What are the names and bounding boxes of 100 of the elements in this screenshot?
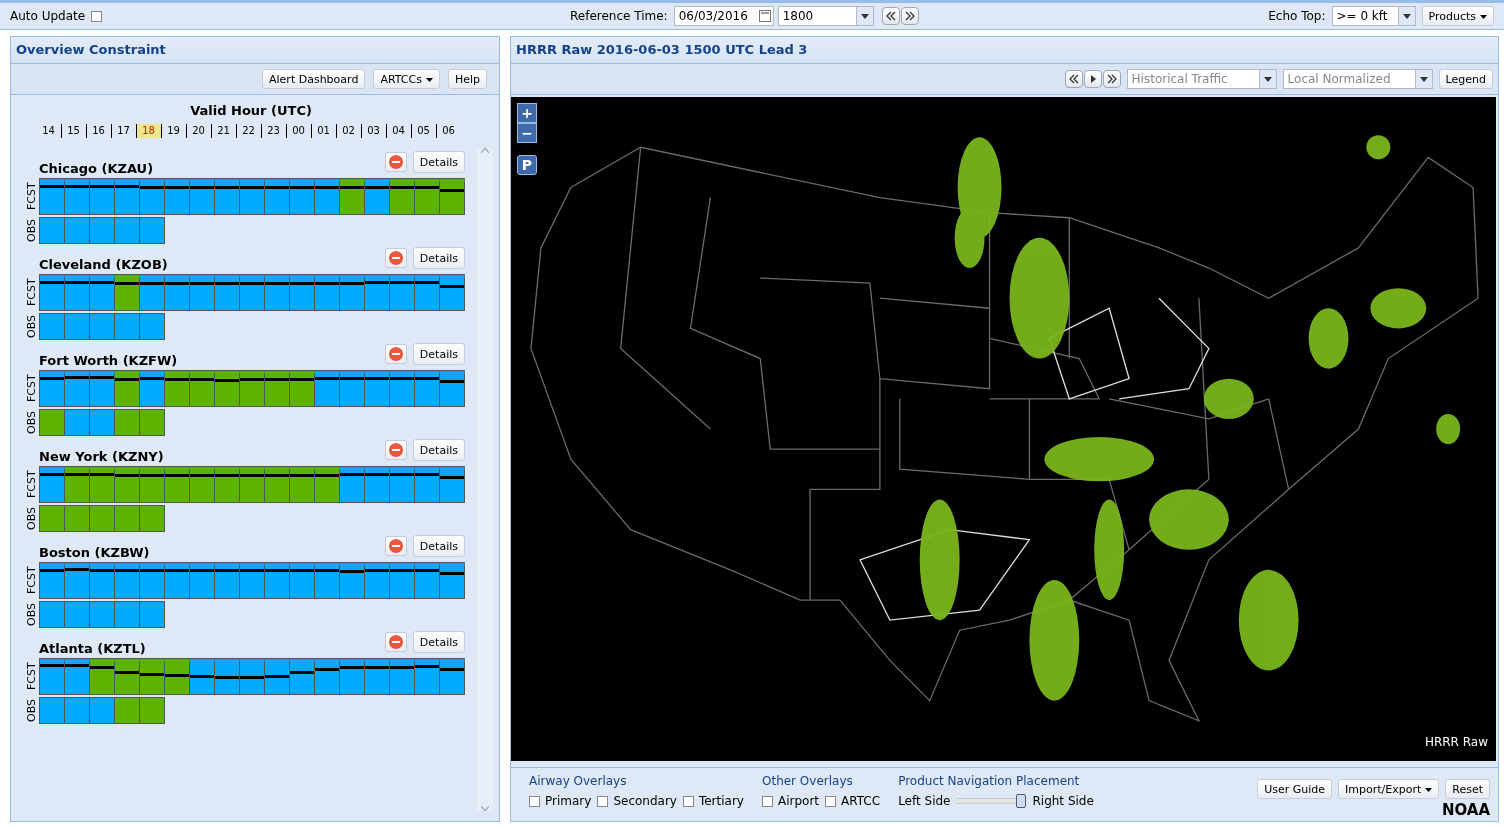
dropdown-icon <box>855 7 873 25</box>
previous-button[interactable] <box>1064 70 1083 88</box>
auto-update-checkbox[interactable] <box>91 10 103 22</box>
obs-label: OBS <box>25 314 39 340</box>
fcst-label: FCST <box>25 181 39 213</box>
section-title: Other Overlays <box>762 774 854 788</box>
overlay-label: Airport <box>778 794 820 808</box>
double-chevron-right-icon <box>904 11 915 21</box>
remove-button[interactable] <box>384 632 407 652</box>
hour-tab[interactable]: 16 <box>85 124 111 138</box>
overlay-checkbox[interactable] <box>825 795 837 807</box>
zoom-out-button[interactable]: − <box>517 123 537 143</box>
remove-button[interactable] <box>384 152 407 172</box>
overlay-label: Tertiary <box>698 794 744 808</box>
product-label: HRRR Raw <box>1424 735 1488 749</box>
overlay-label: ARTCC <box>841 794 881 808</box>
hour-tab[interactable]: 20 <box>185 124 211 138</box>
details-button[interactable]: Details <box>412 439 465 461</box>
hour-tab[interactable]: 21 <box>210 124 236 138</box>
echo-top-select[interactable]: >= 0 kft <box>1331 6 1416 26</box>
hour-tab[interactable]: 14 <box>36 124 61 138</box>
dropdown-icon <box>1414 70 1432 88</box>
hour-tab[interactable]: 05 <box>410 124 436 138</box>
remove-button[interactable] <box>384 344 407 364</box>
overlay-checkbox[interactable] <box>762 795 773 807</box>
toolbar-button[interactable]: Help <box>447 69 487 89</box>
fcst-label: FCST <box>25 661 39 693</box>
double-chevron-left-icon <box>885 11 896 21</box>
toolbar-button[interactable]: Alert Dashboard <box>262 69 366 89</box>
reference-time-label: Reference Time: <box>570 9 668 23</box>
panel-title: HRRR Raw 2016-06-03 1500 UTC Lead 3 <box>511 37 1498 64</box>
next-button[interactable] <box>900 7 919 25</box>
date-field[interactable]: 06/03/2016 <box>673 6 774 26</box>
hour-tab[interactable]: 22 <box>235 124 261 138</box>
traffic-select[interactable]: Historical Traffic <box>1126 69 1277 89</box>
double-chevron-right-icon <box>1106 74 1117 84</box>
details-button[interactable]: Details <box>412 343 465 365</box>
remove-button[interactable] <box>384 440 407 460</box>
echo-top-label: Echo Top: <box>1268 9 1326 23</box>
caret-icon <box>1480 14 1487 19</box>
next-button[interactable] <box>1102 70 1121 88</box>
scroll-up-icon[interactable] <box>481 148 489 153</box>
hour-tab[interactable]: 03 <box>360 124 386 138</box>
dropdown-icon <box>1258 70 1276 88</box>
hour-tab[interactable]: 15 <box>60 124 86 138</box>
overlay-checkbox[interactable] <box>597 795 609 807</box>
previous-button[interactable] <box>881 7 900 25</box>
obs-label: OBS <box>25 218 39 244</box>
details-button[interactable]: Details <box>412 151 465 173</box>
normalization-select[interactable]: Local Normalized <box>1282 69 1433 89</box>
obs-label: OBS <box>25 698 39 724</box>
panel-title: Overview Constraint <box>11 37 499 64</box>
details-button[interactable]: Details <box>412 631 465 653</box>
section-title: Airway Overlays <box>529 774 628 788</box>
center-name: Chicago (KZAU) <box>38 161 155 176</box>
dropdown-icon <box>1397 7 1415 25</box>
weather-map[interactable]: + − P HRRR Raw <box>511 97 1496 761</box>
hour-tab[interactable]: 01 <box>310 124 336 138</box>
remove-button[interactable] <box>384 248 407 268</box>
footer-button[interactable]: Import/Export <box>1338 779 1440 799</box>
time-select[interactable]: 1800 <box>777 6 874 26</box>
fcst-label: FCST <box>25 565 39 597</box>
details-button[interactable]: Details <box>412 247 465 269</box>
details-button[interactable]: Details <box>412 535 465 557</box>
obs-label: OBS <box>25 602 39 628</box>
hour-tab[interactable]: 00 <box>285 124 311 138</box>
scroll-down-icon[interactable] <box>481 806 489 811</box>
pin-button[interactable]: P <box>517 155 537 175</box>
zoom-in-button[interactable]: + <box>517 103 537 123</box>
hour-tab[interactable]: 17 <box>110 124 136 138</box>
valid-hour-title: Valid Hour (UTC) <box>189 103 313 118</box>
footer-button[interactable]: Reset <box>1445 779 1490 799</box>
center-name: Boston (KZBW) <box>38 545 151 560</box>
calendar-icon[interactable] <box>758 10 771 22</box>
overlay-checkbox[interactable] <box>682 795 694 807</box>
double-chevron-left-icon <box>1068 74 1079 84</box>
toolbar-button[interactable]: ARTCCs <box>373 69 440 89</box>
hour-tab[interactable]: 04 <box>385 124 411 138</box>
hour-tab[interactable]: 06 <box>435 124 461 138</box>
obs-label: OBS <box>25 506 39 532</box>
hour-tab[interactable]: 02 <box>335 124 361 138</box>
brand-label: NOAA <box>1441 801 1490 819</box>
play-button[interactable] <box>1083 70 1102 88</box>
products-button[interactable]: Products <box>1421 6 1494 26</box>
fcst-label: FCST <box>25 277 39 309</box>
scrollbar[interactable] <box>477 148 493 811</box>
obs-label: OBS <box>25 410 39 436</box>
hour-tab[interactable]: 19 <box>160 124 186 138</box>
center-name: Cleveland (KZOB) <box>38 257 169 272</box>
hour-tab[interactable]: 18 <box>135 124 161 138</box>
auto-update-label: Auto Update <box>10 9 86 23</box>
hour-tab[interactable]: 23 <box>260 124 286 138</box>
center-name: New York (KZNY) <box>38 449 165 464</box>
left-side-label: Left Side <box>898 794 951 808</box>
overlay-checkbox[interactable] <box>529 795 540 807</box>
slider-thumb[interactable] <box>1016 794 1027 808</box>
footer-button[interactable]: User Guide <box>1257 779 1333 799</box>
legend-button[interactable]: Legend <box>1438 69 1493 89</box>
remove-button[interactable] <box>384 536 407 556</box>
section-title: Product Navigation Placement <box>898 774 1081 788</box>
